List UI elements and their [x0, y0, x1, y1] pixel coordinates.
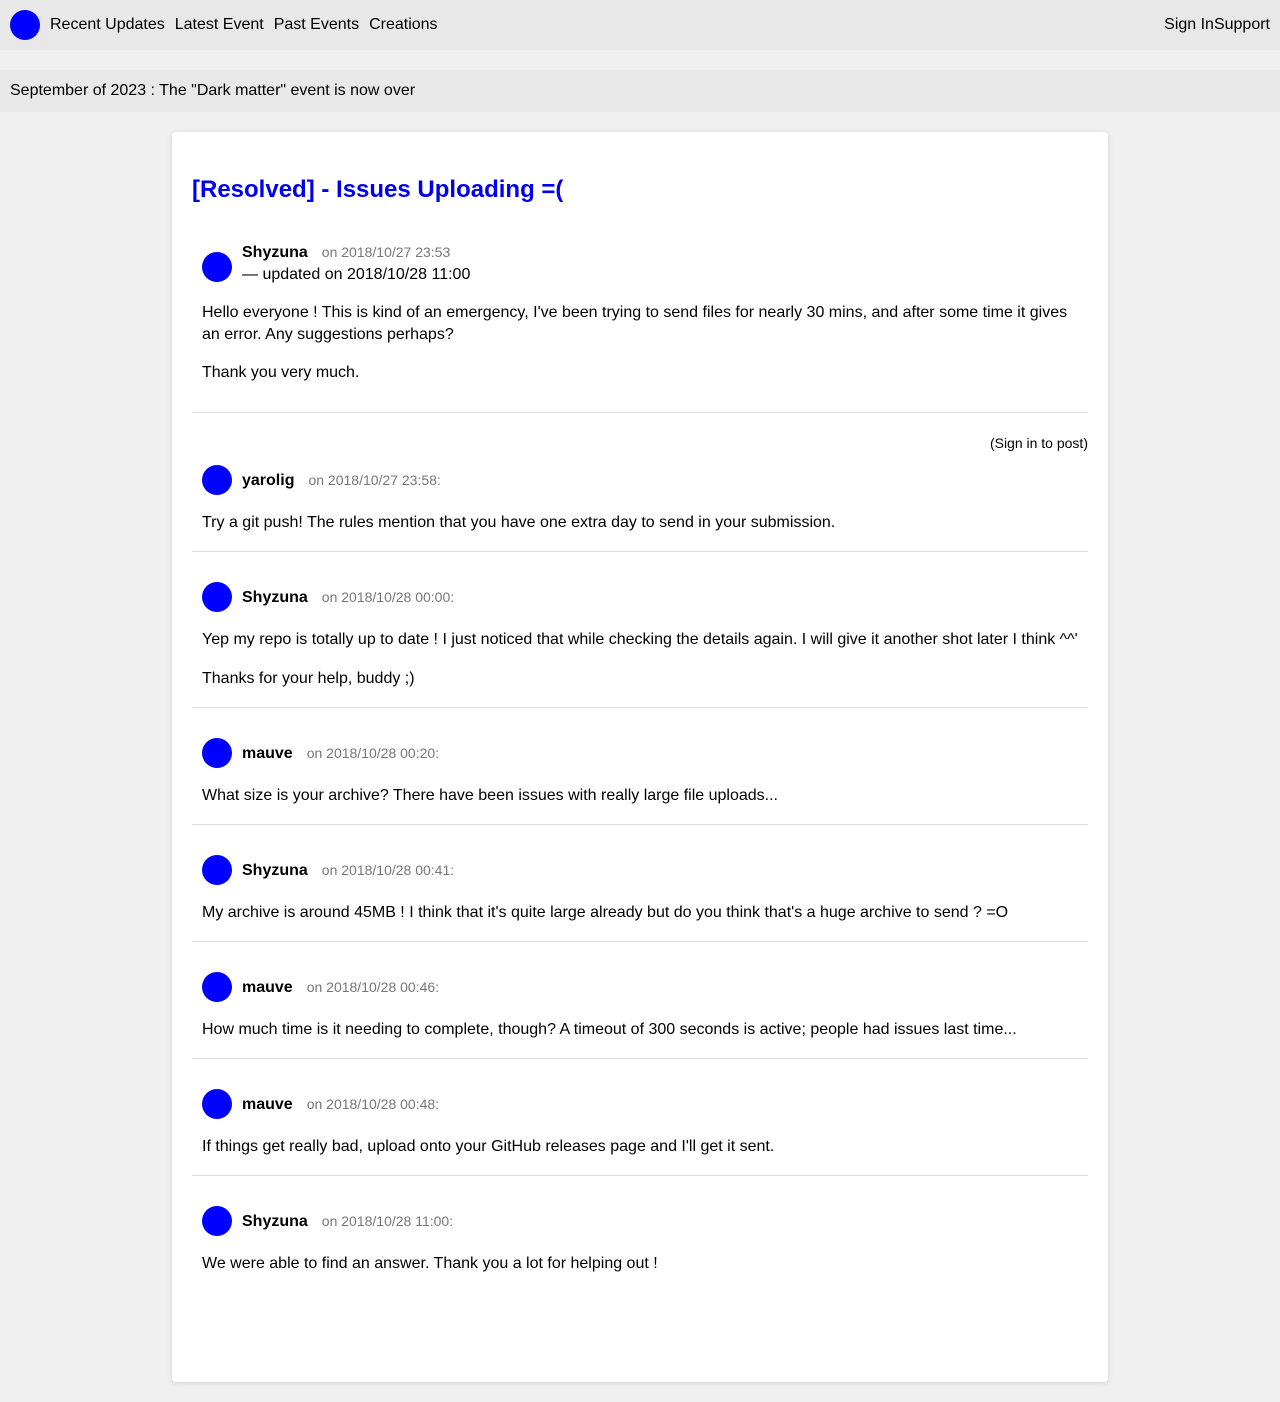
post-divider	[192, 412, 1088, 413]
post-meta: mauve on 2018/10/28 00:46:	[202, 972, 1078, 999]
post-meta: Shyzuna on 2018/10/28 00:41:	[202, 855, 1078, 882]
post-body: What size is your archive? There have be…	[202, 785, 1078, 807]
reply-post: mauve on 2018/10/28 00:48: If things get …	[192, 1089, 1088, 1158]
post-paragraph: Thank you very much.	[202, 364, 360, 381]
topbar-actions: Sign In Support	[1164, 0, 1270, 50]
post-paragraph: If things get really bad, upload onto yo…	[202, 1138, 775, 1155]
post-author[interactable]: mauve	[242, 1096, 293, 1113]
post-date: on 2018/10/27 23:58:	[308, 472, 441, 488]
post-date: on 2018/10/27 23:53	[321, 244, 451, 260]
avatar	[202, 1089, 232, 1119]
reply-post: mauve on 2018/10/28 00:20: What size is y…	[192, 738, 1088, 807]
original-post: Shyzuna on 2018/10/27 23:53 — updated on …	[192, 241, 1088, 384]
sign-in-to-post-link[interactable]: (Sign in to post)	[192, 433, 1088, 453]
post-divider	[192, 824, 1088, 825]
post-divider	[192, 1058, 1088, 1059]
post-body: Try a git push! The rules mention that y…	[202, 512, 1078, 534]
post-author[interactable]: yarolig	[242, 472, 294, 489]
post-meta: Shyzuna on 2018/10/28 11:00:	[202, 1206, 1078, 1233]
post-date: on 2018/10/28 00:48:	[306, 1096, 440, 1112]
post-author[interactable]: Shyzuna	[242, 244, 308, 261]
announcement-text: September of 2023 : The "Dark matter" ev…	[10, 82, 416, 99]
post-paragraph: My archive is around 45MB ! I think that…	[202, 904, 1009, 921]
thread-card: [Resolved] - Issues Uploading =( Shyzuna…	[172, 132, 1108, 1382]
avatar	[202, 582, 232, 612]
reply-post: Shyzuna on 2018/10/28 11:00: We were able…	[192, 1206, 1088, 1275]
post-paragraph: Hello everyone ! This is kind of an emer…	[202, 304, 1068, 343]
nav-past-events[interactable]: Past Events	[274, 0, 359, 50]
avatar	[202, 855, 232, 885]
post-meta: Shyzuna on 2018/10/28 00:00:	[202, 582, 1078, 609]
sign-in-link[interactable]: Sign In	[1164, 0, 1214, 50]
main-nav: Recent Updates Latest Event Past Events …	[50, 0, 448, 50]
post-date: on 2018/10/28 00:00:	[321, 589, 455, 605]
nav-recent-updates[interactable]: Recent Updates	[50, 0, 165, 50]
avatar	[202, 1206, 232, 1236]
post-paragraph: We were able to find an answer. Thank yo…	[202, 1255, 658, 1272]
post-updated: — updated on 2018/10/28 11:00	[242, 266, 471, 283]
post-divider	[192, 707, 1088, 708]
post-divider	[192, 941, 1088, 942]
post-body: How much time is it needing to complete,…	[202, 1019, 1078, 1041]
post-date: on 2018/10/28 00:20:	[306, 745, 440, 761]
post-paragraph: What size is your archive? There have be…	[202, 787, 778, 804]
post-meta: mauve on 2018/10/28 00:20:	[202, 738, 1078, 765]
post-divider	[192, 1175, 1088, 1176]
post-author[interactable]: Shyzuna	[242, 862, 308, 879]
post-paragraph: How much time is it needing to complete,…	[202, 1021, 1017, 1038]
post-author[interactable]: Shyzuna	[242, 1213, 308, 1230]
avatar	[202, 972, 232, 1002]
reply-post: Shyzuna on 2018/10/28 00:41: My archive i…	[192, 855, 1088, 924]
site-logo[interactable]	[10, 10, 40, 40]
avatar	[202, 252, 232, 282]
nav-latest-event[interactable]: Latest Event	[175, 0, 264, 50]
avatar	[202, 465, 232, 495]
post-body: We were able to find an answer. Thank yo…	[202, 1253, 1078, 1275]
post-author[interactable]: Shyzuna	[242, 589, 308, 606]
post-author[interactable]: mauve	[242, 979, 293, 996]
reply-post: Shyzuna on 2018/10/28 00:00: Yep my repo …	[192, 582, 1088, 690]
support-link[interactable]: Support	[1214, 0, 1270, 50]
post-body: If things get really bad, upload onto yo…	[202, 1136, 1078, 1158]
reply-post: yarolig on 2018/10/27 23:58: Try a git pu…	[192, 465, 1088, 534]
post-body: My archive is around 45MB ! I think that…	[202, 902, 1078, 924]
post-meta: yarolig on 2018/10/27 23:58:	[202, 465, 1078, 492]
post-body: Hello everyone ! This is kind of an emer…	[202, 302, 1078, 384]
post-divider	[192, 551, 1088, 552]
reply-post: mauve on 2018/10/28 00:46: How much time …	[192, 972, 1088, 1041]
announcement-banner: September of 2023 : The "Dark matter" ev…	[0, 70, 1280, 112]
post-date: on 2018/10/28 00:46:	[306, 979, 440, 995]
top-navbar: Recent Updates Latest Event Past Events …	[0, 0, 1280, 50]
post-author[interactable]: mauve	[242, 745, 293, 762]
post-meta: mauve on 2018/10/28 00:48:	[202, 1089, 1078, 1116]
post-date: on 2018/10/28 11:00:	[321, 1213, 454, 1229]
nav-creations[interactable]: Creations	[369, 0, 437, 50]
post-date: on 2018/10/28 00:41:	[321, 862, 455, 878]
post-paragraph: Thanks for your help, buddy ;)	[202, 670, 415, 687]
post-paragraph: Try a git push! The rules mention that y…	[202, 514, 836, 531]
avatar	[202, 738, 232, 768]
thread-title: [Resolved] - Issues Uploading =(	[192, 176, 564, 203]
post-body: Yep my repo is totally up to date ! I ju…	[202, 629, 1078, 690]
post-paragraph: Yep my repo is totally up to date ! I ju…	[202, 631, 1078, 648]
post-meta: Shyzuna on 2018/10/27 23:53 — updated on …	[202, 241, 1078, 286]
